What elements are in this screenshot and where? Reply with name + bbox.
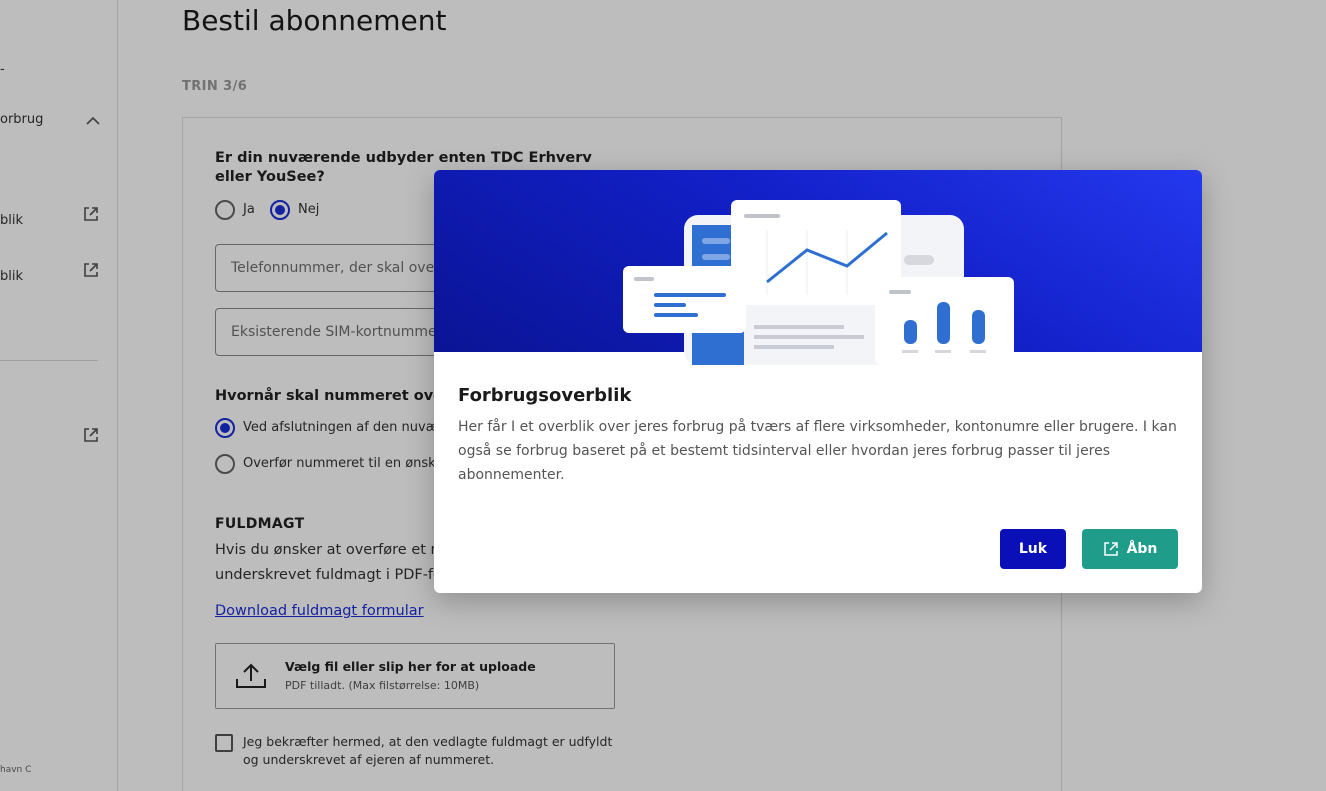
open-button[interactable]: Åbn	[1082, 529, 1178, 569]
feature-modal: Forbrugsoverblik Her får I et overblik o…	[434, 170, 1202, 593]
modal-hero	[434, 170, 1202, 365]
modal-title: Forbrugsoverblik	[458, 385, 632, 406]
external-link-icon	[1103, 542, 1118, 556]
modal-description: Her får I et overblik over jeres forbrug…	[458, 419, 1177, 483]
dashboard-illustration	[623, 200, 1014, 365]
open-button-label: Åbn	[1126, 541, 1158, 557]
close-button[interactable]: Luk	[1000, 529, 1066, 569]
